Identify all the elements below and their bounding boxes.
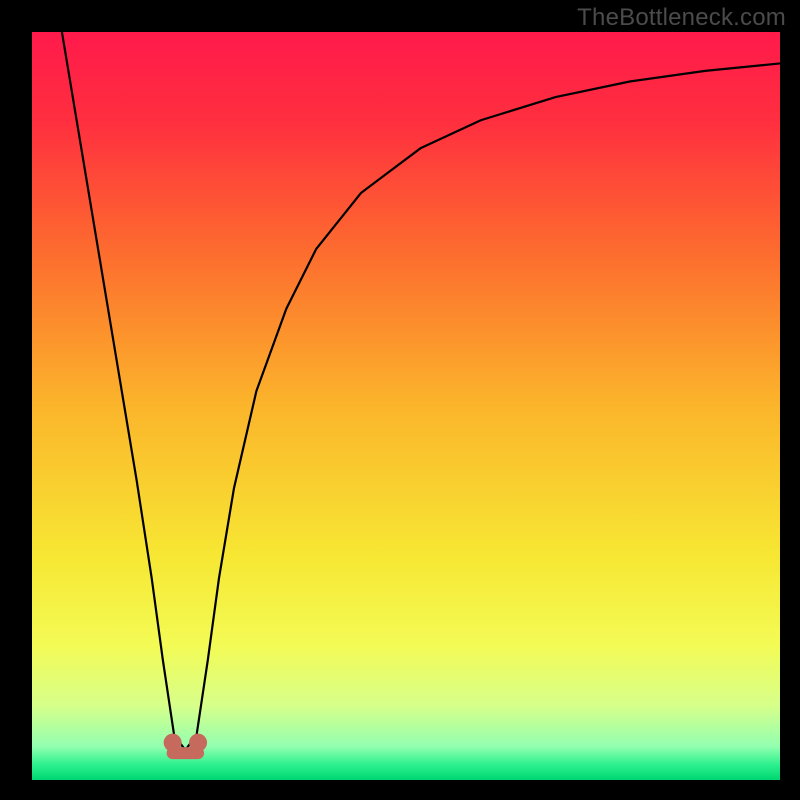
plot-area [32, 32, 780, 780]
chart-svg [32, 32, 780, 780]
chart-frame: TheBottleneck.com [0, 0, 800, 800]
marker-valley-left [164, 734, 182, 752]
marker-valley-right [189, 734, 207, 752]
series-bottleneck-curve [62, 32, 780, 750]
watermark-text: TheBottleneck.com [577, 4, 786, 32]
